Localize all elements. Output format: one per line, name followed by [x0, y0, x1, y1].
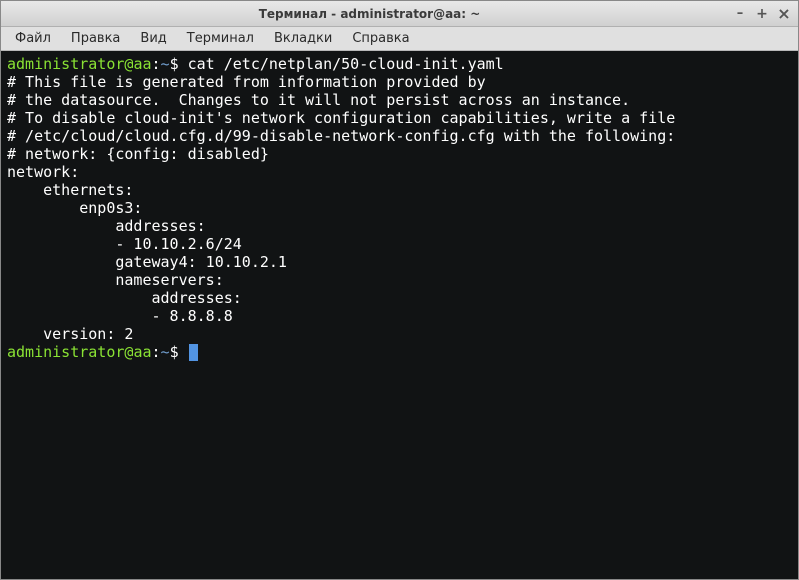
output-line: nameservers: [7, 271, 224, 289]
titlebar[interactable]: Терминал - administrator@aa: ~ [1, 1, 798, 27]
output-line: addresses: [7, 217, 206, 235]
menu-terminal[interactable]: Терминал [177, 28, 264, 49]
prompt-line-2: administrator@aa:~$ [7, 343, 198, 361]
menubar: Файл Правка Вид Терминал Вкладки Справка [1, 27, 798, 51]
output-line: - 8.8.8.8 [7, 307, 233, 325]
window-controls [732, 6, 792, 22]
terminal-output[interactable]: administrator@aa:~$ cat /etc/netplan/50-… [1, 51, 798, 579]
close-button[interactable] [776, 6, 792, 22]
menu-edit[interactable]: Правка [61, 28, 130, 49]
output-line: # To disable cloud-init's network config… [7, 109, 675, 127]
output-line: # network: {config: disabled} [7, 145, 269, 163]
maximize-button[interactable] [754, 6, 770, 22]
output-line: - 10.10.2.6/24 [7, 235, 242, 253]
output-line: network: [7, 163, 79, 181]
output-line: # /etc/cloud/cloud.cfg.d/99-disable-netw… [7, 127, 675, 145]
prompt-line-1: administrator@aa:~$ cat /etc/netplan/50-… [7, 55, 504, 73]
output-line: enp0s3: [7, 199, 142, 217]
output-line: # the datasource. Changes to it will not… [7, 91, 630, 109]
menu-view[interactable]: Вид [130, 28, 176, 49]
cursor [189, 344, 198, 361]
terminal-window: Терминал - administrator@aa: ~ Файл Прав… [0, 0, 799, 580]
output-line: ethernets: [7, 181, 133, 199]
output-line: # This file is generated from informatio… [7, 73, 486, 91]
command-text: cat /etc/netplan/50-cloud-init.yaml [188, 55, 504, 73]
output-line: gateway4: 10.10.2.1 [7, 253, 287, 271]
output-line: addresses: [7, 289, 242, 307]
menu-file[interactable]: Файл [5, 28, 61, 49]
window-title: Терминал - administrator@aa: ~ [7, 7, 732, 21]
menu-help[interactable]: Справка [342, 28, 419, 49]
menu-tabs[interactable]: Вкладки [264, 28, 342, 49]
minimize-button[interactable] [732, 6, 748, 22]
output-line: version: 2 [7, 325, 133, 343]
